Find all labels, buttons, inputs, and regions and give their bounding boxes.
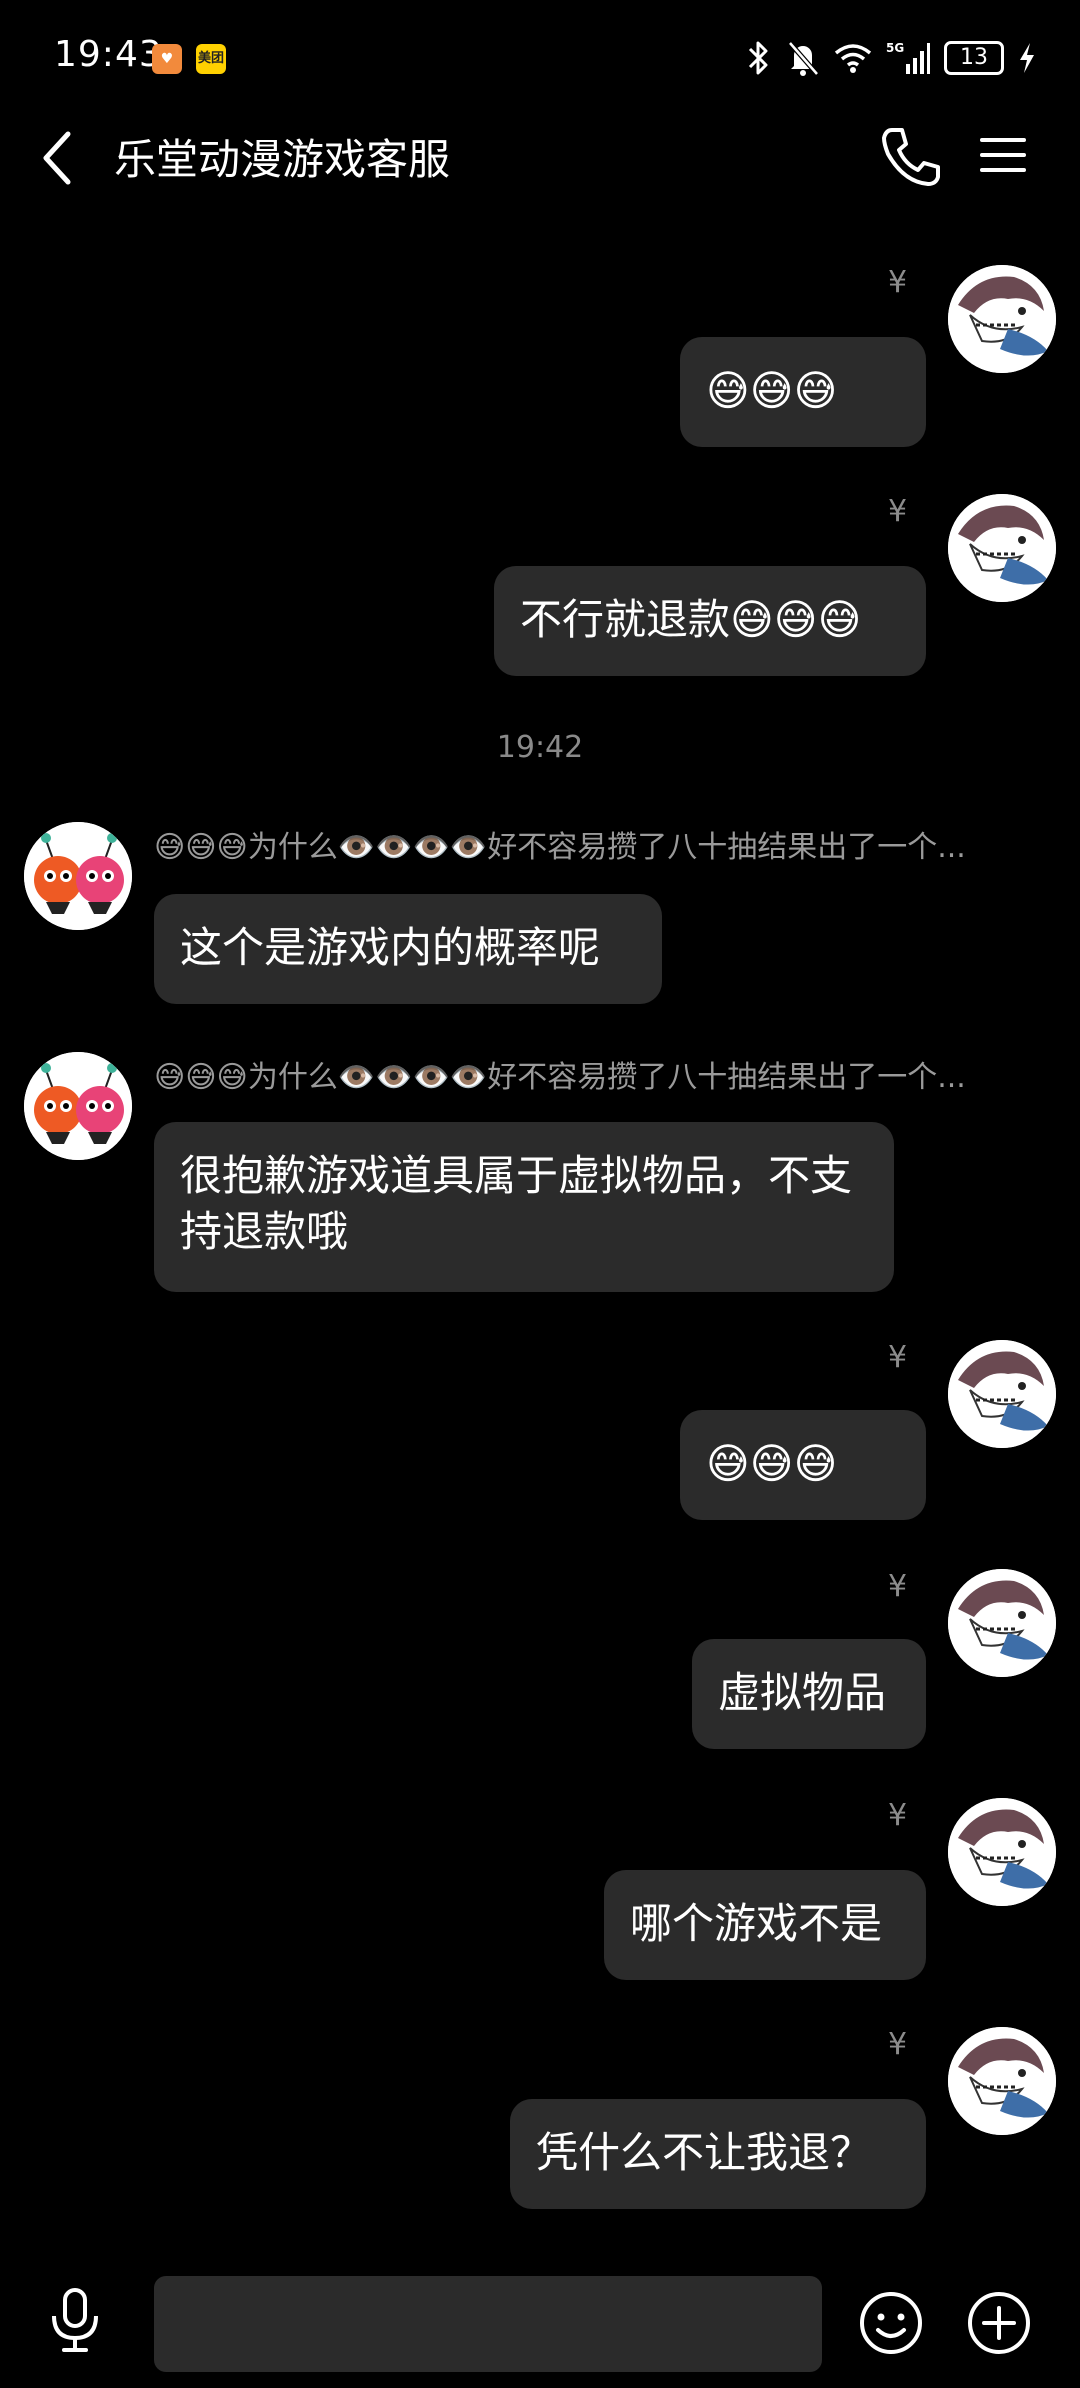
message-text: 这个是游戏内的概率呢 <box>180 923 601 972</box>
message-bubble[interactable]: 哪个游戏不是 <box>604 1870 926 1980</box>
meituan-app-icon: 美团 <box>196 44 226 74</box>
service-avatar[interactable] <box>24 822 132 930</box>
message-text: 😅😅😅 <box>706 366 838 415</box>
sender-name: 😅😅😅为什么👁️👁️👁️👁️好不容易攒了八十抽结果出了一个... <box>154 830 966 865</box>
yen-mark: ¥ <box>888 265 908 300</box>
message-text: 不行就退款😅😅😅 <box>520 595 862 644</box>
status-indicators: 5G 13 <box>746 38 1036 78</box>
anime-avatar-icon <box>948 1340 1056 1448</box>
message-text: 虚拟物品 <box>718 1668 887 1717</box>
call-button[interactable] <box>878 124 944 190</box>
anime-avatar-icon <box>948 2027 1056 2135</box>
service-avatar[interactable] <box>24 1052 132 1160</box>
message-bubble[interactable]: 虚拟物品 <box>692 1639 926 1749</box>
anime-avatar-icon <box>948 1569 1056 1677</box>
message-bubble[interactable]: 凭什么不让我退？ <box>510 2099 926 2209</box>
message-bubble[interactable]: 😅😅😅 <box>680 1410 926 1520</box>
cellular-5g-icon: 5G <box>886 40 930 76</box>
network-type-label: 5G <box>886 41 904 55</box>
message-input[interactable] <box>154 2276 822 2372</box>
bluetooth-icon <box>746 38 772 78</box>
message-bubble[interactable]: 这个是游戏内的概率呢 <box>154 894 662 1004</box>
chat-settings-button[interactable] <box>978 130 1028 180</box>
yen-mark: ¥ <box>888 1569 908 1604</box>
charging-bolt-icon <box>1018 41 1036 75</box>
message-timestamp: 19:42 <box>496 730 584 765</box>
user-avatar[interactable] <box>948 1340 1056 1448</box>
message-text: 凭什么不让我退？ <box>536 2128 873 2177</box>
battery-indicator: 13 <box>944 41 1004 75</box>
yen-mark: ¥ <box>888 494 908 529</box>
user-avatar[interactable] <box>948 2027 1056 2135</box>
plus-circle-icon <box>968 2292 1030 2354</box>
emoji-button[interactable] <box>858 2290 924 2356</box>
sender-name: 😅😅😅为什么👁️👁️👁️👁️好不容易攒了八十抽结果出了一个... <box>154 1060 966 1095</box>
microphone-icon <box>52 2288 98 2352</box>
user-avatar[interactable] <box>948 1798 1056 1906</box>
user-avatar[interactable] <box>948 265 1056 373</box>
anime-avatar-icon <box>948 494 1056 602</box>
message-text: 😅😅😅 <box>706 1439 838 1488</box>
chevron-left-icon <box>43 131 71 185</box>
message-bubble[interactable]: 不行就退款😅😅😅 <box>494 566 926 676</box>
message-text: 很抱歉游戏道具属于虚拟物品，不支持退款哦 <box>180 1151 853 1256</box>
yen-mark: ¥ <box>888 2027 908 2062</box>
mascot-avatar-icon <box>24 822 132 930</box>
yen-mark: ¥ <box>888 1340 908 1375</box>
back-button[interactable] <box>34 118 84 198</box>
mascot-avatar-icon <box>24 1052 132 1160</box>
chat-title: 乐堂动漫游戏客服 <box>114 135 451 184</box>
phone-icon <box>882 128 940 186</box>
status-time: 19:43 <box>54 34 163 75</box>
mute-bell-icon <box>786 38 820 78</box>
more-options-button[interactable] <box>966 2290 1032 2356</box>
user-avatar[interactable] <box>948 1569 1056 1677</box>
message-bubble[interactable]: 很抱歉游戏道具属于虚拟物品，不支持退款哦 <box>154 1122 894 1292</box>
message-text: 哪个游戏不是 <box>630 1899 883 1948</box>
voice-input-button[interactable] <box>44 2286 106 2356</box>
hamburger-menu-icon <box>980 138 1026 172</box>
anime-avatar-icon <box>948 1798 1056 1906</box>
yen-mark: ¥ <box>888 1798 908 1833</box>
user-avatar[interactable] <box>948 494 1056 602</box>
status-bar: 19:43 ♥ 美团 5G 13 <box>0 0 1080 120</box>
anime-avatar-icon <box>948 265 1056 373</box>
smiley-icon <box>860 2292 922 2354</box>
message-bubble[interactable]: 😅😅😅 <box>680 337 926 447</box>
health-app-icon: ♥ <box>152 44 182 74</box>
wifi-icon <box>834 41 872 75</box>
